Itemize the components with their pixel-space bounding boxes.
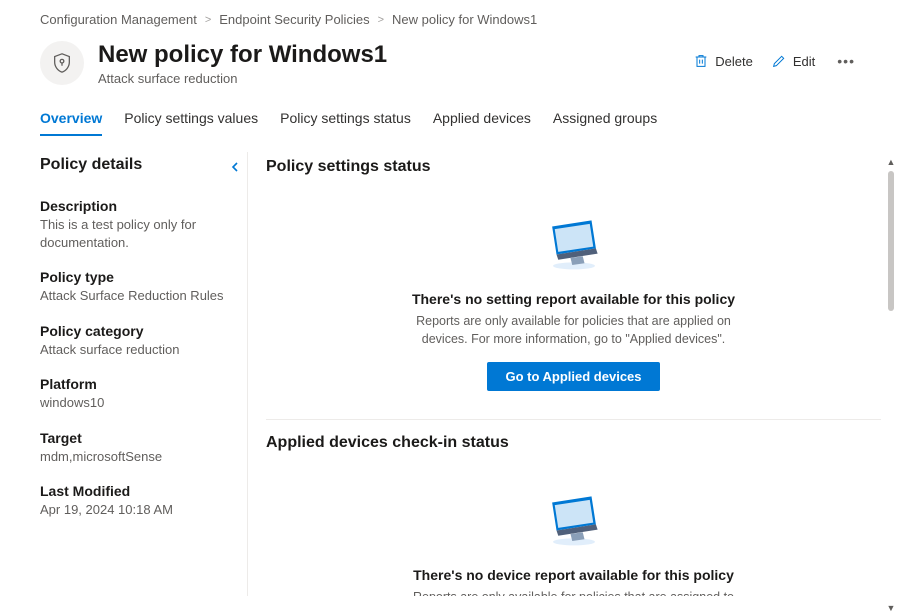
tab-settings-status[interactable]: Policy settings status bbox=[280, 104, 411, 136]
empty-title-settings: There's no setting report available for … bbox=[306, 291, 841, 307]
breadcrumb: Configuration Management > Endpoint Secu… bbox=[0, 0, 899, 37]
monitor-icon bbox=[539, 490, 609, 550]
main-content: Policy settings status There's no settin… bbox=[248, 152, 899, 596]
scroll-up-arrow-icon[interactable]: ▲ bbox=[885, 155, 898, 169]
tab-overview[interactable]: Overview bbox=[40, 104, 102, 136]
detail-label-description: Description bbox=[40, 198, 239, 214]
sidebar-title: Policy details bbox=[40, 156, 239, 174]
section-title-settings-status: Policy settings status bbox=[266, 158, 881, 176]
more-actions-button[interactable]: ••• bbox=[833, 49, 859, 73]
page-header: New policy for Windows1 Attack surface r… bbox=[0, 37, 899, 104]
tab-bar: Overview Policy settings values Policy s… bbox=[0, 104, 899, 136]
empty-state-settings: There's no setting report available for … bbox=[266, 184, 881, 409]
scroll-down-arrow-icon[interactable]: ▼ bbox=[885, 601, 898, 615]
detail-value-target: mdm,microsoftSense bbox=[40, 448, 239, 466]
detail-label-last-modified: Last Modified bbox=[40, 483, 239, 499]
empty-desc-settings: Reports are only available for policies … bbox=[409, 313, 739, 348]
breadcrumb-item-current: New policy for Windows1 bbox=[392, 12, 537, 27]
detail-value-platform: windows10 bbox=[40, 394, 239, 412]
monitor-icon bbox=[539, 214, 609, 274]
detail-label-policy-category: Policy category bbox=[40, 323, 239, 339]
detail-label-platform: Platform bbox=[40, 376, 239, 392]
detail-value-last-modified: Apr 19, 2024 10:18 AM bbox=[40, 501, 239, 519]
go-to-applied-devices-button[interactable]: Go to Applied devices bbox=[487, 362, 659, 391]
trash-icon bbox=[693, 53, 709, 69]
delete-button[interactable]: Delete bbox=[693, 53, 753, 69]
empty-desc-devices: Reports are only available for policies … bbox=[409, 589, 739, 596]
scroll-thumb[interactable] bbox=[888, 171, 894, 311]
policy-shield-icon bbox=[40, 41, 84, 85]
chevron-right-icon: > bbox=[378, 14, 384, 26]
detail-value-policy-category: Attack surface reduction bbox=[40, 341, 239, 359]
page-title: New policy for Windows1 bbox=[98, 41, 679, 69]
policy-details-sidebar: Policy details Description This is a tes… bbox=[40, 152, 248, 596]
section-title-devices-status: Applied devices check-in status bbox=[266, 434, 881, 452]
tab-applied-devices[interactable]: Applied devices bbox=[433, 104, 531, 136]
chevron-right-icon: > bbox=[205, 14, 211, 26]
edit-label: Edit bbox=[793, 54, 815, 69]
edit-button[interactable]: Edit bbox=[771, 53, 815, 69]
collapse-sidebar-button[interactable] bbox=[229, 160, 241, 176]
delete-label: Delete bbox=[715, 54, 753, 69]
empty-title-devices: There's no device report available for t… bbox=[306, 567, 841, 583]
detail-label-target: Target bbox=[40, 430, 239, 446]
detail-value-description: This is a test policy only for documenta… bbox=[40, 216, 239, 251]
scrollbar[interactable]: ▲ ▼ bbox=[883, 155, 899, 615]
pencil-icon bbox=[771, 53, 787, 69]
tab-assigned-groups[interactable]: Assigned groups bbox=[553, 104, 657, 136]
breadcrumb-item-policies[interactable]: Endpoint Security Policies bbox=[219, 12, 369, 27]
tab-settings-values[interactable]: Policy settings values bbox=[124, 104, 258, 136]
page-subtitle: Attack surface reduction bbox=[98, 71, 679, 86]
detail-value-policy-type: Attack Surface Reduction Rules bbox=[40, 287, 239, 305]
detail-label-policy-type: Policy type bbox=[40, 269, 239, 285]
chevron-left-icon bbox=[229, 161, 241, 173]
empty-state-devices: There's no device report available for t… bbox=[266, 460, 881, 596]
breadcrumb-item-config[interactable]: Configuration Management bbox=[40, 12, 197, 27]
